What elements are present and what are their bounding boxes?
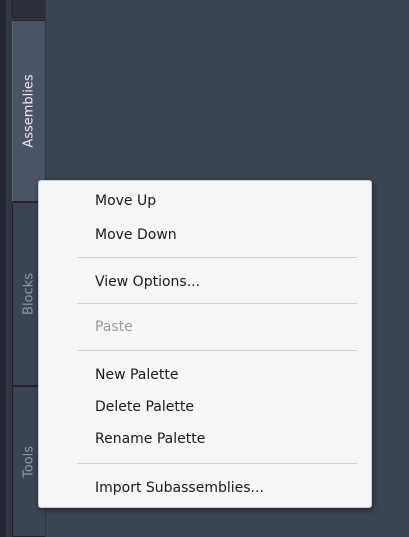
tab-blocks-label: Blocks [21, 273, 37, 315]
context-menu: Move Up Move Down View Options... Paste … [38, 180, 372, 508]
menu-item-move-down[interactable]: Move Down [95, 222, 177, 248]
menu-item-view-options[interactable]: View Options... [95, 269, 200, 295]
menu-item-delete-palette[interactable]: Delete Palette [95, 394, 194, 420]
menu-item-paste: Paste [95, 319, 133, 335]
menu-item-import-subassemblies[interactable]: Import Subassemblies... [95, 475, 264, 501]
tab-tools-label: Tools [21, 445, 37, 478]
menu-separator [77, 350, 357, 351]
menu-item-rename-palette[interactable]: Rename Palette [95, 426, 205, 452]
menu-item-new-palette[interactable]: New Palette [95, 362, 178, 388]
menu-separator [77, 463, 357, 464]
menu-item-move-up[interactable]: Move Up [95, 188, 156, 214]
palette-edge [0, 0, 6, 537]
menu-separator [77, 303, 357, 304]
tab-assemblies-label: Assemblies [21, 74, 37, 148]
tool-palette-window: Assemblies Blocks Tools Move Up Move Dow… [0, 0, 409, 537]
palette-tab-top[interactable] [12, 0, 45, 18]
tab-assemblies[interactable]: Assemblies [12, 20, 45, 202]
menu-separator [77, 257, 357, 258]
